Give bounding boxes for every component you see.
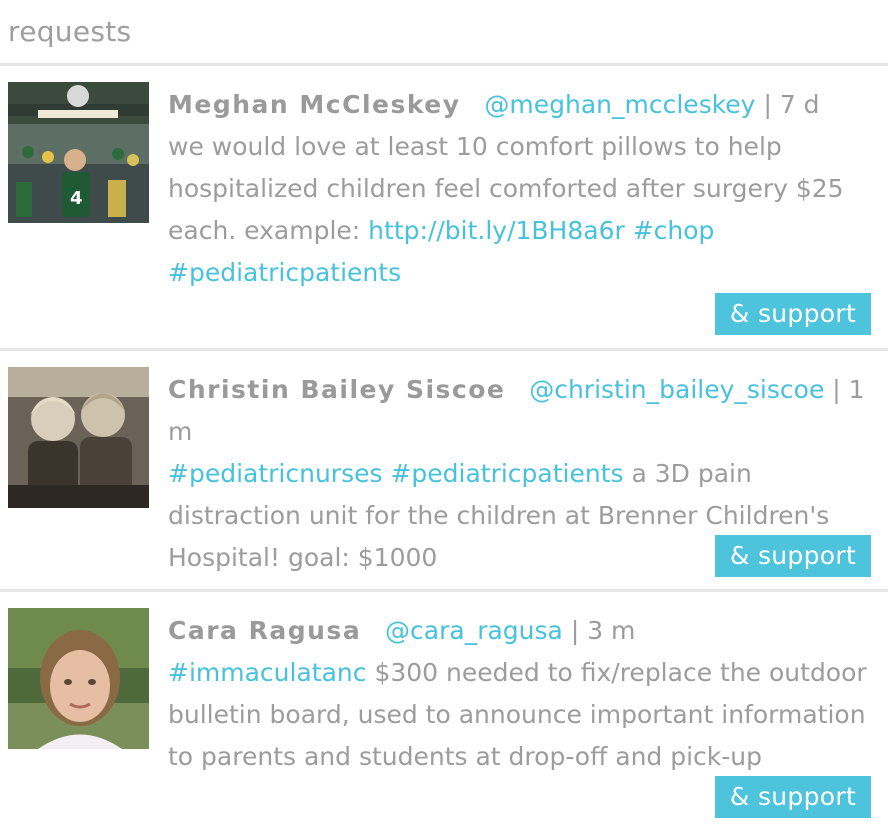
user-name[interactable]: Meghan McCleskey bbox=[168, 90, 461, 119]
user-name[interactable]: Cara Ragusa bbox=[168, 616, 361, 645]
section-title: requests bbox=[8, 15, 132, 48]
request-body: Cara Ragusa @cara_ragusa | 3 m #immacula… bbox=[168, 610, 868, 778]
request-item: Christin Bailey Siscoe @christin_bailey_… bbox=[0, 351, 888, 589]
timestamp: 7 d bbox=[779, 90, 820, 119]
photo-two-children-icon bbox=[8, 367, 149, 508]
avatar[interactable] bbox=[8, 608, 149, 749]
hashtag-list[interactable]: #immaculatanc bbox=[168, 658, 367, 687]
support-button[interactable]: & support bbox=[715, 776, 871, 818]
support-button[interactable]: & support bbox=[715, 535, 871, 577]
support-button[interactable]: & support bbox=[715, 293, 871, 335]
user-name[interactable]: Christin Bailey Siscoe bbox=[168, 375, 505, 404]
separator: | bbox=[570, 616, 580, 645]
request-item: 4 Meghan McCleskey @meghan_mccleskey | 7… bbox=[0, 66, 888, 348]
photo-woman-portrait-icon bbox=[8, 608, 149, 749]
photo-stadium-fan-icon: 4 bbox=[8, 82, 149, 223]
request-body: Meghan McCleskey @meghan_mccleskey | 7 d… bbox=[168, 84, 868, 294]
user-handle[interactable]: @meghan_mccleskey bbox=[484, 90, 755, 119]
avatar[interactable] bbox=[8, 367, 149, 508]
svg-text:4: 4 bbox=[70, 188, 83, 209]
request-item: Cara Ragusa @cara_ragusa | 3 m #immacula… bbox=[0, 592, 888, 824]
user-handle[interactable]: @cara_ragusa bbox=[385, 616, 563, 645]
separator: | bbox=[832, 375, 841, 404]
avatar[interactable]: 4 bbox=[8, 82, 149, 223]
request-link[interactable]: http://bit.ly/1BH8a6r bbox=[368, 216, 625, 245]
timestamp: 3 m bbox=[587, 616, 636, 645]
hashtag-list[interactable]: #pediatricnurses #pediatricpatients bbox=[168, 459, 624, 488]
separator: | bbox=[763, 90, 772, 119]
user-handle[interactable]: @christin_bailey_siscoe bbox=[529, 375, 824, 404]
